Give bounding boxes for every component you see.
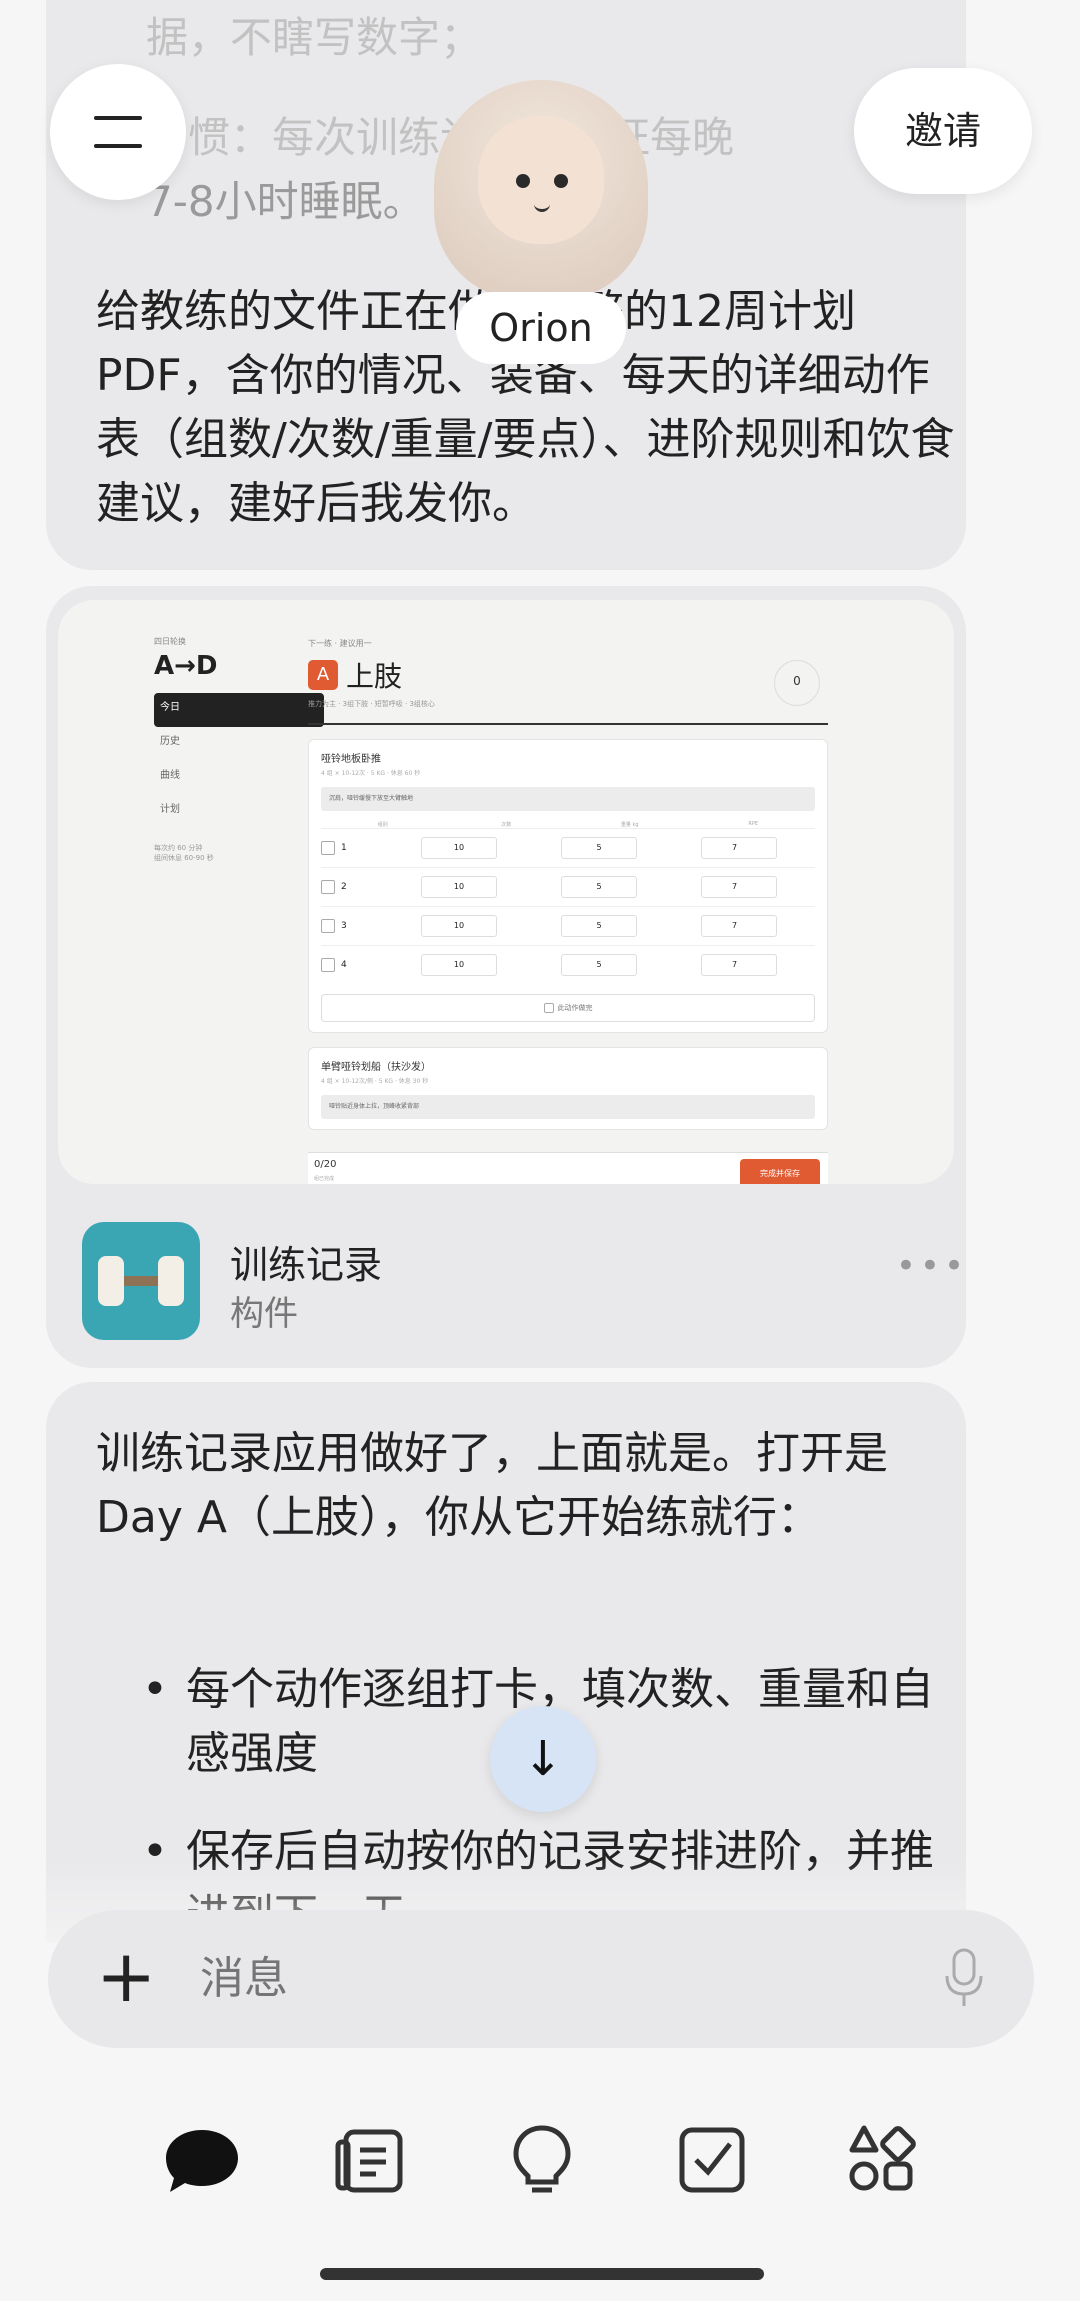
scroll-down-button[interactable]: ↓ xyxy=(490,1706,596,1812)
message-text: 训练记录应用做好了，上面就是。打开是 Day A（上肢），你从它开始练就行： xyxy=(96,1428,888,1543)
preview-nav: 今日 历史 曲线 计划 xyxy=(154,693,324,829)
preview-day-kicker: 下一练 · 建议用一 xyxy=(308,639,372,648)
set-checkbox xyxy=(321,958,335,972)
bullet: • xyxy=(142,1664,168,1715)
message-composer: + xyxy=(48,1910,1034,2048)
set-row: 3 10 5 7 xyxy=(321,906,815,945)
preview-note: 每次约 60 分钟 组间休息 60-90 秒 xyxy=(154,844,214,862)
message-input[interactable] xyxy=(200,1910,900,2048)
mic-icon[interactable] xyxy=(944,1948,984,2008)
plus-icon[interactable]: + xyxy=(96,1936,156,2016)
exercise-done-toggle: 此动作做完 xyxy=(321,994,815,1022)
set-row: 4 10 5 7 xyxy=(321,945,815,984)
preview-day-header: A 上肢 xyxy=(308,655,828,695)
set-number: 4 xyxy=(341,960,347,970)
day-badge: A xyxy=(308,660,338,690)
avatar-mouth xyxy=(534,204,550,212)
reps-input: 10 xyxy=(421,915,497,937)
exercise-card: 单臂哑铃划船（扶沙发） 4 组 × 10-12次/侧 · 5 KG · 休息 3… xyxy=(308,1047,828,1130)
bottom-nav xyxy=(0,2120,1080,2220)
preview-sidebar: 四日轮换 A→D 今日 历史 曲线 计划 每次约 60 分钟 组间休息 60-9… xyxy=(154,636,324,863)
set-checkbox xyxy=(321,880,335,894)
exercise-meta: 4 组 × 10-12次/侧 · 5 KG · 休息 30 秒 xyxy=(321,1078,429,1085)
exercise-tip: 沉肩，哑铃缓慢下放至大臂触地 xyxy=(321,787,815,811)
agent-avatar[interactable] xyxy=(434,80,648,310)
assistant-message: 训练记录应用做好了，上面就是。打开是 Day A（上肢），你从它开始练就行： •… xyxy=(46,1382,966,1942)
exercise-name: 哑铃地板卧推 xyxy=(321,754,381,765)
preview-nav-item: 计划 xyxy=(160,804,180,815)
agent-name[interactable]: Orion xyxy=(456,292,626,364)
set-table-header: 组别 次数 重量 kg RPE xyxy=(321,821,815,828)
artifact-type: 构件 xyxy=(230,1294,298,1334)
chat-screen: 据，不瞎写数字； 习惯：每次训练记录，保证每晚 7-8小时睡眠。 给教练的文件正… xyxy=(0,0,1080,2301)
rpe-select: 7 xyxy=(701,876,777,898)
progress-label: 组已完成 xyxy=(314,1176,335,1182)
preview-footer: 0/20 组已完成 完成并保存 xyxy=(308,1152,828,1184)
col-header: 重量 kg xyxy=(620,822,639,828)
col-header: RPE xyxy=(748,821,759,827)
exercise-meta: 4 组 × 10-12次 · 5 KG · 休息 60 秒 xyxy=(321,770,421,777)
save-button: 完成并保存 xyxy=(740,1159,820,1184)
set-row: 2 10 5 7 xyxy=(321,867,815,906)
chat-icon[interactable] xyxy=(162,2120,242,2200)
exercise-name: 单臂哑铃划船（扶沙发） xyxy=(321,1062,431,1073)
day-subtitle: 推力为主 · 3组下肢 · 短暂呼吸 · 3组核心 xyxy=(308,700,435,708)
avatar-eye xyxy=(554,174,568,188)
artifact-info[interactable]: 训练记录 构件 ••• xyxy=(82,1222,964,1340)
weight-input: 5 xyxy=(561,876,637,898)
avatar-face xyxy=(478,116,604,244)
menu-button[interactable] xyxy=(50,64,186,200)
preview-kicker: 四日轮换 xyxy=(154,637,186,646)
weight-input: 5 xyxy=(561,915,637,937)
invite-button[interactable]: 邀请 xyxy=(854,68,1032,194)
arrow-down-icon: ↓ xyxy=(522,1731,564,1787)
day-count: 0 xyxy=(774,660,820,706)
day-title: 上肢 xyxy=(346,660,403,693)
set-number: 3 xyxy=(341,921,347,931)
lightbulb-icon[interactable] xyxy=(502,2120,582,2200)
preview-nav-item: 历史 xyxy=(160,736,180,747)
dumbbell-icon xyxy=(82,1222,200,1340)
rpe-select: 7 xyxy=(701,837,777,859)
preview-main: 下一练 · 建议用一 A 上肢 推力为主 · 3组下肢 · 短暂呼吸 · 3组核… xyxy=(308,638,828,1130)
reps-input: 10 xyxy=(421,954,497,976)
exercise-card: 哑铃地板卧推 4 组 × 10-12次 · 5 KG · 休息 60 秒 沉肩，… xyxy=(308,739,828,1033)
col-header: 次数 xyxy=(501,822,512,828)
avatar-eye xyxy=(516,174,530,188)
done-checkbox xyxy=(543,1003,554,1013)
set-checkbox xyxy=(321,919,335,933)
faded-text-line: 7-8小时睡眠。 xyxy=(146,177,425,226)
home-indicator xyxy=(320,2268,764,2280)
rpe-select: 7 xyxy=(701,954,777,976)
dumbbell-weight xyxy=(158,1256,184,1306)
preview-rotation: A→D xyxy=(154,651,218,681)
divider xyxy=(308,723,828,725)
reps-input: 10 xyxy=(421,837,497,859)
exercise-tip: 哑铃贴近身体上拉，顶峰收紧背部 xyxy=(321,1095,815,1119)
set-number: 1 xyxy=(341,843,347,853)
dumbbell-weight xyxy=(98,1256,124,1306)
checkbox-icon[interactable] xyxy=(672,2120,752,2200)
artifact-card[interactable]: 四日轮换 A→D 今日 历史 曲线 计划 每次约 60 分钟 组间休息 60-9… xyxy=(46,586,966,1368)
done-label: 此动作做完 xyxy=(557,1004,593,1012)
set-checkbox xyxy=(321,841,335,855)
progress-count: 0/20 xyxy=(314,1159,337,1170)
reps-input: 10 xyxy=(421,876,497,898)
set-row: 1 10 5 7 xyxy=(321,828,815,867)
weight-input: 5 xyxy=(561,837,637,859)
apps-icon[interactable] xyxy=(842,2120,922,2200)
artifact-preview[interactable]: 四日轮换 A→D 今日 历史 曲线 计划 每次约 60 分钟 组间休息 60-9… xyxy=(58,600,954,1184)
more-horizontal-icon[interactable]: ••• xyxy=(896,1246,968,1286)
rpe-select: 7 xyxy=(701,915,777,937)
preview-nav-item: 今日 xyxy=(154,693,324,727)
set-number: 2 xyxy=(341,882,347,892)
weight-input: 5 xyxy=(561,954,637,976)
preview-nav-item: 曲线 xyxy=(160,770,180,781)
faded-text-line: 据，不瞎写数字； xyxy=(146,13,483,62)
notes-icon[interactable] xyxy=(332,2120,412,2200)
artifact-name: 训练记录 xyxy=(230,1243,383,1287)
col-header: 组别 xyxy=(377,822,388,828)
